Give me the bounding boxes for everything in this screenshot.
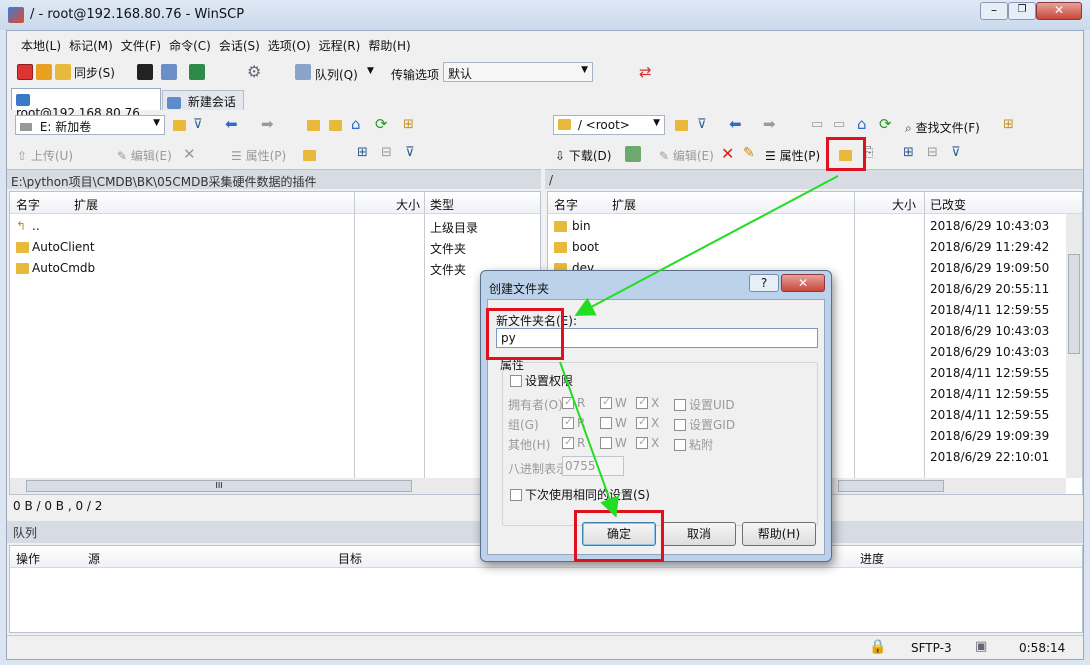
arrow-to-name-field [574,175,839,316]
arrow-to-ok-button [559,361,619,518]
annotation-arrows [559,175,839,518]
